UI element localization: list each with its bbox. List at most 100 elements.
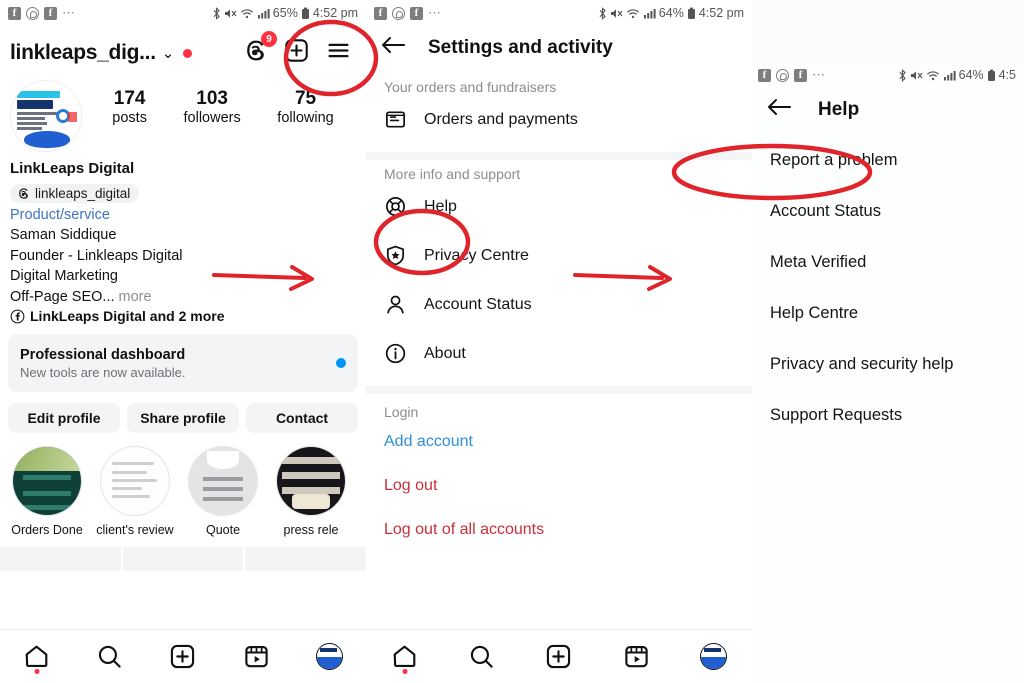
nav-profile-button[interactable]	[315, 643, 343, 670]
settings-row-help[interactable]: Help	[366, 182, 752, 231]
facebook-icon: f	[8, 6, 21, 20]
profile-header-actions: 9	[243, 31, 356, 68]
back-button[interactable]	[766, 96, 792, 123]
share-profile-button[interactable]: Share profile	[127, 403, 239, 434]
help-row-report-a-problem[interactable]: Report a problem	[752, 135, 1024, 186]
create-icon	[285, 39, 308, 62]
linked-pages-row[interactable]: LinkLeaps Digital and 2 more	[10, 308, 356, 324]
stat-label: posts	[112, 109, 147, 126]
log-out-all-accounts-link[interactable]: Log out of all accounts	[366, 508, 752, 552]
bio-line: Digital Marketing	[10, 268, 118, 285]
nav-create-button[interactable]	[545, 643, 572, 670]
dashboard-subtitle: New tools are now available.	[20, 364, 186, 380]
stats-group: 174 posts 103 followers 75 following	[82, 80, 356, 126]
avatar-artwork	[11, 81, 81, 151]
threads-handle-text: linkleaps_digital	[35, 185, 131, 201]
story-highlight[interactable]: press rele	[272, 446, 350, 537]
help-row-account-status[interactable]: Account Status	[752, 186, 1024, 237]
settings-row-about[interactable]: About	[366, 329, 752, 378]
home-activity-dot	[402, 669, 408, 674]
stat-following[interactable]: 75 following	[277, 88, 333, 126]
settings-row-label: Account Status	[424, 295, 532, 313]
help-title: Help	[818, 98, 860, 120]
stat-posts[interactable]: 174 posts	[112, 88, 147, 126]
threads-button[interactable]: 9	[243, 31, 277, 68]
help-row-support-requests[interactable]: Support Requests	[752, 390, 1024, 441]
add-account-link[interactable]: Add account	[366, 420, 752, 464]
story-highlight[interactable]: Quote	[184, 446, 262, 537]
grid-cell[interactable]	[245, 547, 366, 572]
help-header: Help	[752, 88, 1024, 135]
status-bar-notification-icons: f f ⋯	[8, 5, 76, 21]
professional-dashboard-card[interactable]: Professional dashboard New tools are now…	[8, 334, 358, 393]
grid-cell[interactable]	[122, 547, 244, 572]
home-icon	[393, 645, 416, 668]
nav-search-button[interactable]	[468, 643, 495, 670]
profile-avatar-icon	[699, 643, 727, 670]
settings-row-orders-and-payments[interactable]: Orders and payments	[366, 95, 752, 144]
settings-title: Settings and activity	[428, 36, 613, 58]
signal-icon	[943, 70, 956, 80]
posts-grid-peek	[0, 537, 366, 572]
status-bar-time: 4:5	[998, 68, 1016, 82]
bio-last-line: Off-Page SEO...	[10, 288, 115, 305]
story-highlight[interactable]: Orders Done	[8, 446, 86, 537]
chevron-down-icon[interactable]: ⌄	[162, 44, 175, 62]
help-row-privacy-and-security-help[interactable]: Privacy and security help	[752, 339, 1024, 390]
screenshot-canvas: f f ⋯ 65% 4:52 pm linkleaps_dig... ⌄ 9 1…	[0, 0, 1024, 683]
create-new-button[interactable]	[284, 38, 309, 68]
contact-button[interactable]: Contact	[246, 403, 358, 434]
wifi-icon	[240, 8, 253, 18]
whatsapp-icon	[26, 6, 39, 20]
receipt-icon	[386, 111, 405, 128]
signal-icon	[257, 8, 270, 18]
log-out-link[interactable]: Log out	[366, 464, 752, 508]
settings-row-account-status[interactable]: Account Status	[366, 280, 752, 329]
profile-bio: LinkLeaps Digital linkleaps_digital Prod…	[0, 152, 366, 324]
bottom-nav-profile	[0, 629, 366, 683]
status-bar-time: 4:52 pm	[698, 6, 744, 20]
overflow-dots-icon: ⋯	[812, 67, 826, 82]
wifi-icon	[626, 8, 639, 18]
battery-icon	[987, 69, 995, 81]
highlight-label: Quote	[205, 523, 241, 538]
nav-create-button[interactable]	[169, 643, 196, 670]
help-row-meta-verified[interactable]: Meta Verified	[752, 237, 1024, 288]
grid-cell[interactable]	[0, 547, 121, 572]
story-highlights-row: Orders Done client's review Quote press …	[0, 433, 366, 537]
status-bar-settings: f f ⋯ 64% 4:52 pm	[366, 0, 752, 26]
back-button[interactable]	[380, 34, 406, 61]
home-icon	[25, 645, 48, 668]
highlight-label: press rele	[283, 523, 339, 538]
bluetooth-icon	[899, 68, 906, 82]
nav-reels-button[interactable]	[243, 643, 270, 670]
battery-icon	[301, 7, 309, 19]
settings-row-privacy-centre[interactable]: Privacy Centre	[366, 231, 752, 280]
mute-icon	[224, 8, 237, 18]
hamburger-menu-button[interactable]	[325, 38, 352, 68]
bio-more-link[interactable]: more	[115, 289, 152, 305]
nav-home-button[interactable]	[391, 643, 418, 674]
help-row-help-centre[interactable]: Help Centre	[752, 288, 1024, 339]
nav-home-button[interactable]	[23, 643, 50, 674]
threads-unread-badge: 9	[261, 31, 277, 47]
nav-profile-button[interactable]	[699, 643, 727, 670]
stat-followers[interactable]: 103 followers	[184, 88, 241, 126]
status-bar-system-icons: 64% 4:52 pm	[598, 6, 744, 20]
status-bar-profile: f f ⋯ 65% 4:52 pm	[0, 0, 366, 26]
threads-handle-chip[interactable]: linkleaps_digital	[10, 183, 140, 203]
bluetooth-icon	[599, 6, 606, 20]
edit-profile-button[interactable]: Edit profile	[8, 403, 120, 434]
home-activity-dot	[34, 669, 40, 674]
nav-search-button[interactable]	[96, 643, 123, 670]
whatsapp-icon	[392, 6, 405, 20]
profile-avatar[interactable]	[10, 80, 82, 152]
story-highlight[interactable]: client's review	[96, 446, 174, 537]
profile-display-name: LinkLeaps Digital	[10, 160, 135, 177]
section-divider	[366, 386, 752, 394]
profile-username[interactable]: linkleaps_dig...	[10, 41, 156, 65]
settings-row-label: About	[424, 344, 466, 362]
overflow-dots-icon: ⋯	[428, 5, 442, 20]
signal-icon	[643, 8, 656, 18]
nav-reels-button[interactable]	[623, 643, 650, 670]
